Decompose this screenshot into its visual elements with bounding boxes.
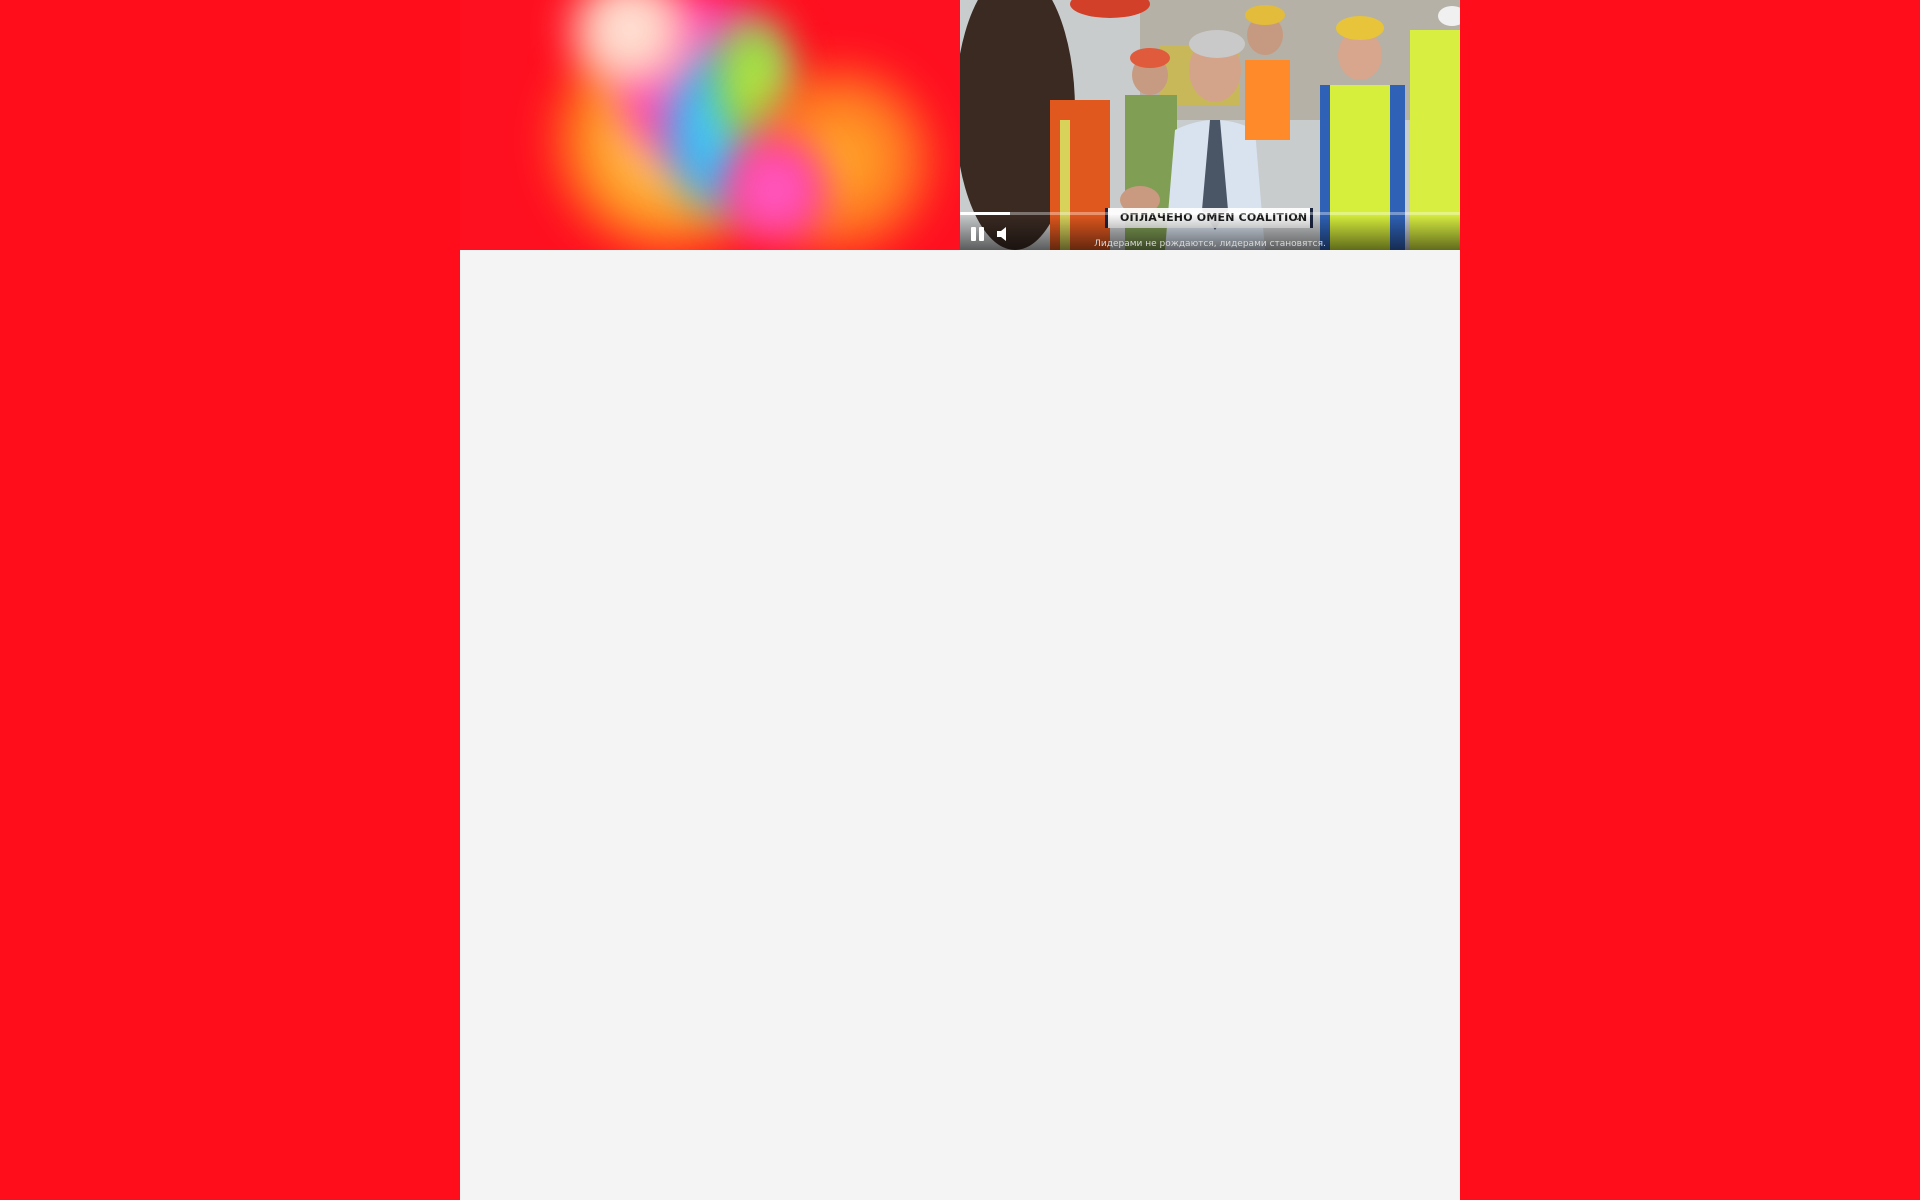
ad-banner[interactable]: ОПЛАЧЕНО OMEN COALITION ⌄ Лидерами не ро… <box>460 0 1460 250</box>
video-caption: Лидерами не рождаются, лидерами становят… <box>1094 239 1326 249</box>
main-content-area <box>460 250 1460 1200</box>
video-player[interactable]: ОПЛАЧЕНО OMEN COALITION ⌄ Лидерами не ро… <box>960 0 1460 250</box>
art-blob-magenta <box>720 130 830 250</box>
abstract-art-image[interactable] <box>460 0 960 250</box>
video-progress-bar[interactable] <box>960 212 1460 215</box>
content-column: ОПЛАЧЕНО OMEN COALITION ⌄ Лидерами не ро… <box>460 0 1460 1200</box>
video-progress-fill <box>960 212 1010 215</box>
